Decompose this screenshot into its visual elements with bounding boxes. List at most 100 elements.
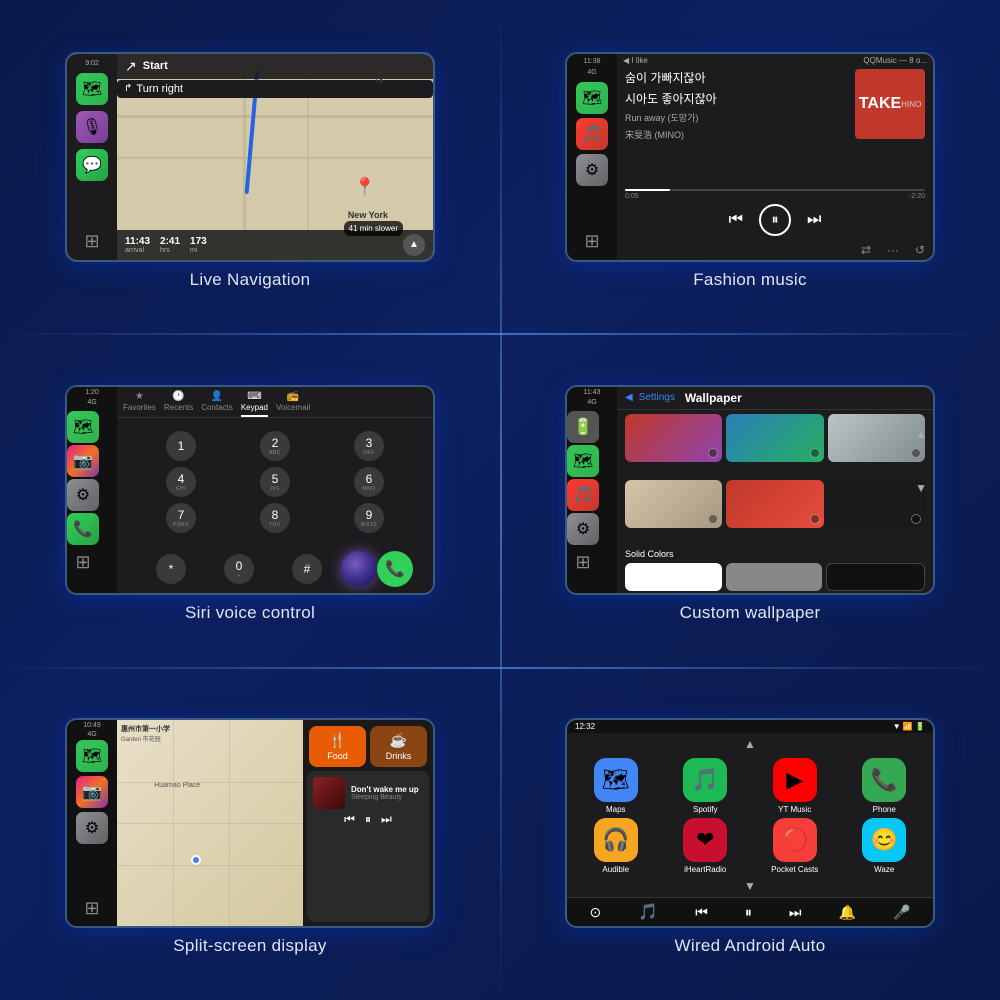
dial-8[interactable]: 8TUV — [260, 503, 290, 533]
music-sb-music[interactable]: 🎵 — [576, 118, 608, 150]
food-button[interactable]: 🍴 Food — [309, 726, 366, 767]
tab-recents[interactable]: 🕐 Recents — [164, 391, 193, 417]
siri-sb-grid[interactable]: ⊞ — [67, 547, 99, 579]
dial-1[interactable]: 1 — [166, 431, 196, 461]
cell-android-auto: 12:32 ▼ 📶 🔋 ▲ 🗺 Maps 🎵 — [500, 667, 1000, 1000]
call-button[interactable]: 📞 — [377, 551, 413, 587]
map-road-h2 — [117, 157, 433, 159]
dialpad: 1 2ABC 3DEF 4GHI 5JKL 6MNO 7PQRS 8TUV 9W… — [117, 418, 433, 547]
prev-btn[interactable]: ⏮ — [729, 211, 743, 229]
split-prev-btn[interactable]: ⏮ — [344, 812, 355, 827]
app-phone[interactable]: 📞 Phone — [842, 758, 928, 814]
scroll-up-btn[interactable]: ▲ — [573, 737, 927, 751]
siri-sb-phone[interactable]: 📞 — [67, 513, 99, 545]
dial-hash[interactable]: # — [292, 554, 322, 584]
dial-2[interactable]: 2ABC — [260, 431, 290, 461]
android-bottom-bar: ⊙ 🎵 ⏮ ⏸ ⏭ 🔔 🎤 — [567, 897, 933, 926]
split-sb-settings[interactable]: ⚙ — [76, 812, 108, 844]
split-sb-grid[interactable]: ⊞ — [76, 892, 108, 924]
split-sb-maps[interactable]: 🗺 — [76, 740, 108, 772]
grid-icon[interactable]: ⊞ — [76, 226, 108, 258]
music-app-name: QQMusic — 8 o... — [863, 56, 927, 65]
next-btn[interactable]: ⏭ — [807, 211, 821, 229]
split-sb-insta[interactable]: 📷 — [76, 776, 108, 808]
android-prev-btn[interactable]: ⏮ — [695, 904, 708, 921]
android-next-btn[interactable]: ⏭ — [789, 904, 802, 921]
split-next-btn[interactable]: ⏭ — [381, 812, 392, 827]
android-home-btn[interactable]: ⊙ — [590, 904, 602, 921]
maps-icon[interactable]: 🗺 — [76, 73, 108, 105]
wall-thumb-2[interactable] — [726, 414, 823, 462]
android-play-btn[interactable]: ⏸ — [745, 904, 752, 921]
siri-sb-insta[interactable]: 📷 — [67, 445, 99, 477]
dial-6[interactable]: 6MNO — [354, 467, 384, 497]
wall-thumb-6[interactable] — [828, 480, 925, 528]
wall-down-arrow[interactable]: ▼ — [915, 481, 927, 495]
wall-sb-maps[interactable]: 🗺 — [567, 445, 599, 477]
siri-sb-maps[interactable]: 🗺 — [67, 411, 99, 443]
messages-icon[interactable]: 💬 — [76, 149, 108, 181]
music-sb-grid[interactable]: ⊞ — [576, 226, 608, 258]
wall-up-arrow[interactable]: ▲ — [915, 427, 927, 441]
podcasts-icon[interactable]: 🎙 — [76, 111, 108, 143]
wall-thumb-5[interactable] — [726, 480, 823, 528]
android-cell-label: Wired Android Auto — [675, 936, 826, 956]
app-maps[interactable]: 🗺 Maps — [573, 758, 659, 814]
dial-0[interactable]: 0+ — [224, 554, 254, 584]
tab-contacts[interactable]: 👤 Contacts — [201, 391, 233, 417]
swatch-black[interactable] — [826, 563, 925, 591]
app-spotify[interactable]: 🎵 Spotify — [663, 758, 749, 814]
wall-sb-music[interactable]: 🎵 — [567, 479, 599, 511]
waze-app-label: Waze — [874, 865, 894, 874]
android-mic-btn[interactable]: 🎤 — [893, 904, 910, 921]
scroll-down-btn[interactable]: ▼ — [573, 879, 927, 893]
lyric-line-2: 시아도 좋아지잖아 — [625, 90, 847, 107]
app-audible[interactable]: 🎧 Audible — [573, 818, 659, 874]
tab-favorites[interactable]: ★ Favorites — [123, 391, 156, 417]
wall-back-arrow[interactable]: ◀ — [625, 392, 633, 403]
play-pause-btn[interactable]: ⏸ — [759, 204, 791, 236]
keypad-icon: ⌨ — [247, 391, 261, 402]
food-icon: 🍴 — [329, 732, 346, 749]
dial-9[interactable]: 9WXYZ — [354, 503, 384, 533]
spotify-app-icon: 🎵 — [683, 758, 727, 802]
music-sb-maps[interactable]: 🗺 — [576, 82, 608, 114]
dial-star[interactable]: * — [156, 554, 186, 584]
dial-3[interactable]: 3DEF — [354, 431, 384, 461]
tab-voicemail[interactable]: 📻 Voicemail — [276, 391, 310, 417]
siri-sb-settings[interactable]: ⚙ — [67, 479, 99, 511]
split-play-btn[interactable]: ⏸ — [365, 812, 371, 827]
dial-7[interactable]: 7PQRS — [166, 503, 196, 533]
wall-thumb-4[interactable] — [625, 480, 722, 528]
wall-time: 11:43 — [567, 387, 617, 398]
drinks-button[interactable]: ☕ Drinks — [370, 726, 427, 767]
app-waze[interactable]: 😊 Waze — [842, 818, 928, 874]
android-bell-btn[interactable]: 🔔 — [839, 904, 856, 921]
wall-dot-1 — [708, 448, 718, 458]
wall-screen: 11:43 4G 🔋 🗺 🎵 ⚙ ⊞ ◀ Settings Wallpaper — [565, 385, 935, 595]
tab-keypad[interactable]: ⌨ Keypad — [241, 391, 268, 417]
wall-back-label[interactable]: Settings — [639, 392, 675, 403]
more-btn[interactable]: ··· — [887, 243, 899, 257]
app-pocket-casts[interactable]: 🔴 Pocket Casts — [752, 818, 838, 874]
shuffle-btn[interactable]: ⇄ — [861, 243, 871, 257]
siri-orb[interactable] — [341, 551, 377, 587]
wall-sb-settings[interactable]: ⚙ — [567, 513, 599, 545]
swatch-white[interactable] — [625, 563, 722, 591]
wall-thumb-3[interactable] — [828, 414, 925, 462]
swatch-gray[interactable] — [726, 563, 823, 591]
dial-5[interactable]: 5JKL — [260, 467, 290, 497]
android-spotify-icon[interactable]: 🎵 — [638, 902, 658, 922]
dial-4[interactable]: 4GHI — [166, 467, 196, 497]
progress-bar[interactable] — [625, 189, 925, 191]
music-card-title: Don't wake me up — [351, 785, 423, 794]
app-ytmusic[interactable]: ▶ YT Music — [752, 758, 838, 814]
repeat-btn[interactable]: ↺ — [915, 243, 925, 257]
app-iheartradio[interactable]: ❤ iHeartRadio — [663, 818, 749, 874]
wall-sb-grid[interactable]: ⊞ — [567, 547, 599, 579]
nav-cell-label: Live Navigation — [190, 270, 311, 290]
wall-thumb-1[interactable] — [625, 414, 722, 462]
music-sb-settings[interactable]: ⚙ — [576, 154, 608, 186]
turn-right-icon: ↱ — [124, 83, 132, 94]
solid-colors-label: Solid Colors — [617, 547, 933, 561]
